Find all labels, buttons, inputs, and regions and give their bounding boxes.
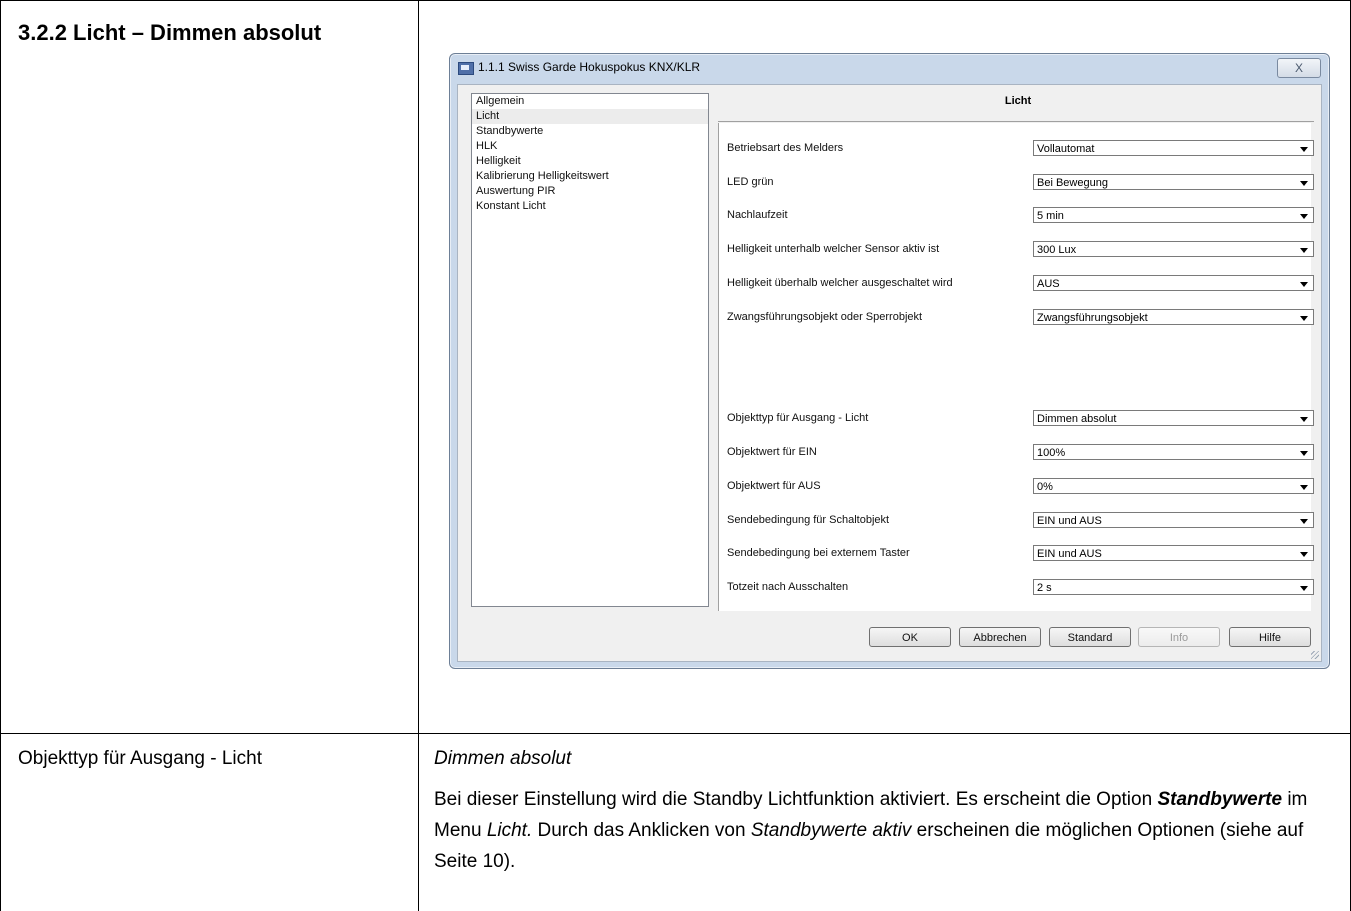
param-row: Sendebedingung bei externem Taster EIN u… (727, 545, 1314, 563)
param-label: Nachlaufzeit (727, 209, 788, 221)
panel-title: Licht (1004, 95, 1032, 107)
settings-dialog: 1.1.1 Swiss Garde Hokuspokus KNX/KLR X A… (449, 53, 1330, 669)
standard-button[interactable]: Standard (1049, 627, 1131, 647)
param-row: Helligkeit überhalb welcher ausgeschalte… (727, 275, 1314, 293)
param-select[interactable]: Dimmen absolut (1033, 410, 1314, 426)
param-label: Betriebsart des Melders (727, 142, 844, 154)
dropdown-arrow-icon (1300, 316, 1308, 321)
dropdown-arrow-icon (1300, 181, 1308, 186)
dialog-titlebar: 1.1.1 Swiss Garde Hokuspokus KNX/KLR X (450, 54, 1329, 82)
param-label: Helligkeit überhalb welcher ausgeschalte… (727, 277, 953, 289)
param-row: Objektwert für AUS 0% (727, 478, 1314, 496)
dropdown-arrow-icon (1300, 214, 1308, 219)
param-value: EIN und AUS (1037, 548, 1102, 560)
param-value: 100% (1037, 447, 1066, 459)
dropdown-arrow-icon (1300, 282, 1308, 287)
param-label: Helligkeit unterhalb welcher Sensor akti… (727, 243, 940, 255)
param-select[interactable]: 300 Lux (1033, 241, 1314, 257)
table-top-border (0, 0, 1351, 1)
param-label: Objektwert für EIN (727, 446, 817, 458)
param-row: LED grün Bei Bewegung (727, 174, 1314, 192)
param-label: Sendebedingung bei externem Taster (727, 547, 910, 559)
param-select[interactable]: Bei Bewegung (1033, 174, 1314, 190)
param-select[interactable]: Vollautomat (1033, 140, 1314, 156)
dropdown-arrow-icon (1300, 248, 1308, 253)
param-value: Zwangsführungsobjekt (1037, 312, 1148, 324)
param-label: Objekttyp für Ausgang - Licht (727, 412, 869, 424)
param-label: Objektwert für AUS (727, 480, 821, 492)
param-value: Bei Bewegung (1037, 177, 1108, 189)
dropdown-arrow-icon (1300, 147, 1308, 152)
param-row: Zwangsführungsobjekt oder Sperrobjekt Zw… (727, 309, 1314, 327)
param-select[interactable]: EIN und AUS (1033, 512, 1314, 528)
dropdown-arrow-icon (1300, 451, 1308, 456)
parameter-name: Objekttyp für Ausgang - Licht (18, 748, 262, 769)
nav-item-allgemein[interactable]: Allgemein (472, 94, 708, 109)
table-column-divider (418, 0, 419, 911)
param-label: Sendebedingung für Schaltobjekt (727, 514, 890, 526)
desc-text: Bei dieser Einstellung wird die Standby … (434, 789, 1158, 810)
dropdown-arrow-icon (1300, 519, 1308, 524)
table-left-border (0, 0, 1, 911)
param-value: 5 min (1037, 210, 1064, 222)
param-value: AUS (1037, 278, 1060, 290)
cancel-button[interactable]: Abbrechen (959, 627, 1041, 647)
param-select[interactable]: 100% (1033, 444, 1314, 460)
param-select[interactable]: EIN und AUS (1033, 545, 1314, 561)
nav-item-kalibrierung[interactable]: Kalibrierung Helligkeitswert (472, 169, 708, 184)
table-row-divider (0, 733, 1351, 734)
info-button[interactable]: Info (1138, 627, 1220, 647)
dialog-client-area: Allgemein Licht Standbywerte HLK Helligk… (457, 84, 1322, 662)
param-row: Objekttyp für Ausgang - Licht Dimmen abs… (727, 410, 1314, 428)
desc-setting-name: Standbywerte aktiv (750, 820, 912, 841)
param-row: Helligkeit unterhalb welcher Sensor akti… (727, 241, 1314, 259)
param-select[interactable]: 5 min (1033, 207, 1314, 223)
dropdown-arrow-icon (1300, 552, 1308, 557)
param-label: LED grün (727, 176, 774, 188)
param-value: 300 Lux (1037, 244, 1077, 256)
help-button[interactable]: Hilfe (1229, 627, 1311, 647)
parameter-description: Bei dieser Einstellung wird die Standby … (434, 784, 1339, 877)
param-row: Objektwert für EIN 100% (727, 444, 1314, 462)
nav-item-auswertung-pir[interactable]: Auswertung PIR (472, 184, 708, 199)
nav-list: Allgemein Licht Standbywerte HLK Helligk… (471, 93, 709, 607)
nav-item-standbywerte[interactable]: Standbywerte (472, 124, 708, 139)
panel-divider (718, 121, 1314, 122)
param-value: Vollautomat (1037, 143, 1095, 155)
param-row: Betriebsart des Melders Vollautomat (727, 140, 1314, 158)
close-button[interactable]: X (1277, 58, 1321, 78)
parameter-value-title: Dimmen absolut (434, 748, 572, 769)
ok-button[interactable]: OK (869, 627, 951, 647)
dropdown-arrow-icon (1300, 417, 1308, 422)
param-value: 0% (1037, 481, 1053, 493)
param-select[interactable]: 2 s (1033, 579, 1314, 595)
param-value: Dimmen absolut (1037, 413, 1117, 425)
nav-item-helligkeit[interactable]: Helligkeit (472, 154, 708, 169)
resize-grip-icon[interactable] (1311, 651, 1319, 659)
dropdown-arrow-icon (1300, 485, 1308, 490)
section-heading: 3.2.2 Licht – Dimmen absolut (18, 20, 322, 45)
dropdown-arrow-icon (1300, 586, 1308, 591)
nav-item-konstant-licht[interactable]: Konstant Licht (472, 199, 708, 214)
param-row: Totzeit nach Ausschalten 2 s (727, 579, 1314, 597)
nav-item-hlk[interactable]: HLK (472, 139, 708, 154)
param-row: Sendebedingung für Schaltobjekt EIN und … (727, 512, 1314, 530)
settings-panel: Betriebsart des Melders Vollautomat LED … (718, 123, 1314, 611)
desc-menu-name: Licht. (486, 820, 533, 841)
window-icon (458, 62, 474, 75)
desc-text: Durch das Anklicken von (532, 820, 751, 841)
param-row: Nachlaufzeit 5 min (727, 207, 1314, 225)
param-select[interactable]: AUS (1033, 275, 1314, 291)
param-label: Totzeit nach Ausschalten (727, 581, 849, 593)
param-select[interactable]: Zwangsführungsobjekt (1033, 309, 1314, 325)
param-value: 2 s (1037, 582, 1052, 594)
param-value: EIN und AUS (1037, 515, 1102, 527)
desc-option-name: Standbywerte (1157, 789, 1283, 810)
nav-item-licht[interactable]: Licht (472, 109, 708, 124)
param-label: Zwangsführungsobjekt oder Sperrobjekt (727, 311, 923, 323)
param-select[interactable]: 0% (1033, 478, 1314, 494)
dialog-title: 1.1.1 Swiss Garde Hokuspokus KNX/KLR (478, 60, 701, 74)
